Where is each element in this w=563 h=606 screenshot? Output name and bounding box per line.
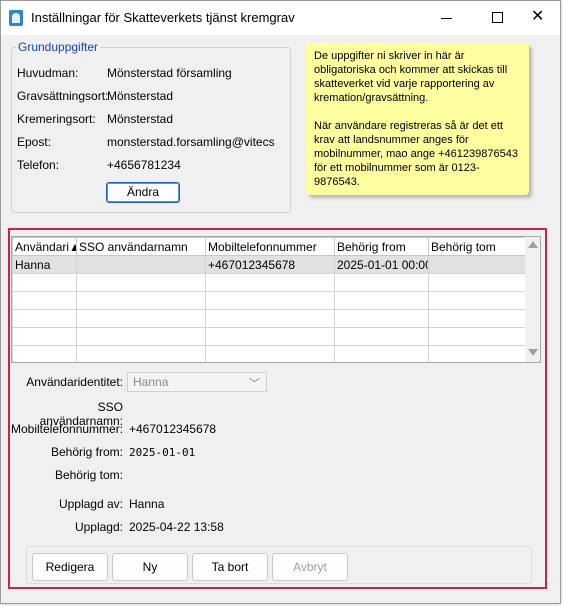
grid-header-row: Användari▲ SSO användarnamn Mobiltelefon… [12, 237, 526, 256]
col-header-mobile[interactable]: Mobiltelefonnummer [205, 237, 335, 256]
title-bar[interactable]: Inställningar för Skatteverkets tjänst k… [1, 1, 560, 35]
principal-label: Huvudman: [17, 66, 79, 80]
app-icon [9, 10, 23, 26]
identity-label: Användaridentitet: [26, 375, 123, 389]
email-value: monsterstad.forsamling@vitecsoftw [107, 135, 275, 149]
phone-label: Telefon: [17, 158, 60, 172]
cremation-place-value: Mönsterstad [107, 112, 174, 126]
cancel-button[interactable]: Avbryt [272, 553, 348, 581]
basic-info-group: Grunduppgifter Huvudman: Mönsterstad för… [11, 40, 291, 213]
phone-value: +4656781234 [107, 158, 181, 172]
settings-window: Inställningar för Skatteverkets tjänst k… [0, 0, 561, 604]
close-button[interactable]: ✕ [517, 3, 561, 33]
from-value: 2025-01-01 [129, 446, 196, 459]
empty-row [12, 291, 526, 310]
email-label: Epost: [17, 135, 52, 149]
from-label: Behörig from: [50, 445, 123, 459]
delete-button[interactable]: Ta bort [192, 553, 268, 581]
chevron-down-icon: ﹀ [249, 378, 260, 390]
mobile-value: +467012345678 [129, 422, 217, 436]
minimize-icon [441, 18, 452, 19]
burial-place-label: Gravsättningsort: [17, 89, 109, 103]
cell-from: 2025-01-01 00:00 [334, 255, 429, 274]
cell-tom [428, 255, 526, 274]
burial-place-value: Mönsterstad [107, 89, 174, 103]
cremation-place-label: Kremeringsort: [17, 112, 96, 126]
empty-row [12, 327, 526, 346]
grid-scrollbar[interactable] [525, 237, 540, 362]
group-legend: Grunduppgifter [16, 40, 101, 54]
cell-user: Hanna [12, 255, 77, 274]
identity-select-value: Hanna [133, 375, 169, 389]
close-icon: ✕ [531, 8, 545, 25]
scroll-up-icon[interactable] [528, 241, 538, 248]
users-grid[interactable]: Användari▲ SSO användarnamn Mobiltelefon… [11, 236, 541, 363]
window-title: Inställningar för Skatteverkets tjänst k… [31, 10, 295, 25]
principal-value: Mönsterstad församling [107, 66, 232, 80]
maximize-button[interactable] [475, 3, 519, 33]
cell-mobile: +467012345678 [205, 255, 335, 274]
tom-label: Behörig tom: [54, 468, 123, 482]
edit-button[interactable]: Redigera [32, 553, 108, 581]
empty-row [12, 345, 526, 362]
empty-row [12, 273, 526, 292]
scroll-down-icon[interactable] [528, 349, 538, 356]
created-by-value: Hanna [129, 497, 165, 511]
note-paragraph-2: När användare registreras så är det ett … [314, 120, 518, 188]
maximize-icon [492, 12, 503, 23]
empty-row [12, 309, 526, 328]
note-paragraph-1: De uppgifter ni skriver in här är obliga… [314, 50, 508, 104]
table-row[interactable]: Hanna +467012345678 2025-01-01 00:00 [12, 255, 526, 274]
col-header-user[interactable]: Användari▲ [12, 237, 77, 256]
mobile-label: Mobiltelefonnummer: [11, 422, 124, 436]
created-value: 2025-04-22 13:58 [129, 520, 224, 534]
col-header-tom[interactable]: Behörig tom [428, 237, 526, 256]
info-note: De uppgifter ni skriver in här är obliga… [306, 43, 529, 195]
new-button[interactable]: Ny [112, 553, 188, 581]
identity-select[interactable]: Hanna ﹀ [127, 372, 267, 392]
minimize-button[interactable] [425, 3, 469, 33]
created-by-label: Upplagd av: [58, 497, 123, 511]
col-header-sso[interactable]: SSO användarnamn [76, 237, 206, 256]
created-label: Upplagd: [74, 520, 123, 534]
change-button[interactable]: Ändra [106, 182, 180, 203]
cell-sso [76, 255, 206, 274]
col-header-from[interactable]: Behörig from [334, 237, 429, 256]
